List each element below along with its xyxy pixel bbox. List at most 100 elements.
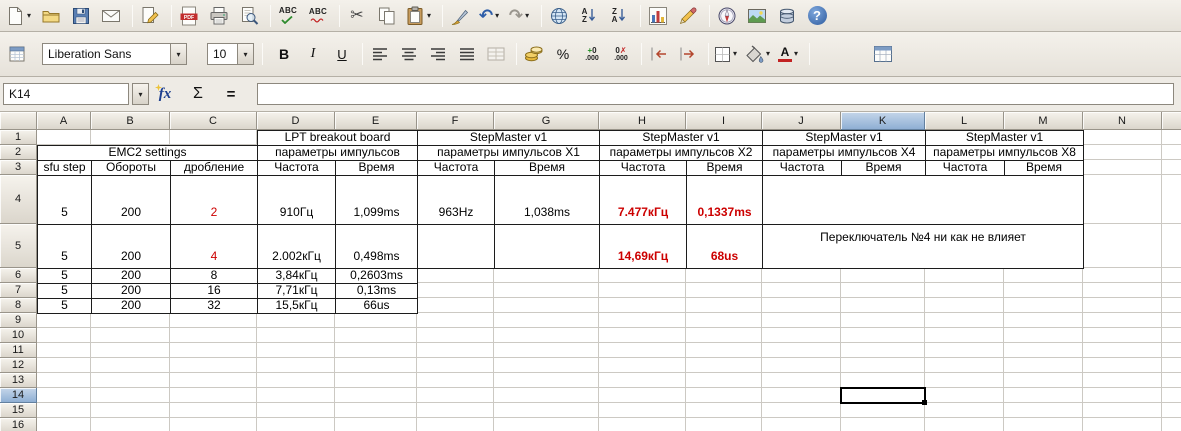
function-button[interactable]: =: [218, 81, 244, 107]
cell[interactable]: 5: [37, 175, 92, 225]
export-pdf-button[interactable]: PDF: [176, 3, 202, 29]
column-header-clipped[interactable]: [1162, 112, 1181, 130]
cell-cursor[interactable]: [840, 387, 927, 405]
cell[interactable]: StepMaster v1: [925, 130, 1085, 146]
undo-button[interactable]: ↶ ▾: [477, 3, 503, 29]
sort-descending-button[interactable]: ZA: [606, 3, 632, 29]
navigator-button[interactable]: [714, 3, 740, 29]
align-justify-button[interactable]: [454, 41, 480, 67]
cell[interactable]: Частота: [257, 160, 336, 176]
cell[interactable]: 200: [91, 298, 171, 314]
column-header-L[interactable]: L: [925, 112, 1004, 130]
delete-decimal-button[interactable]: 0✗ .000: [608, 41, 634, 67]
data-sources-button[interactable]: [774, 3, 800, 29]
chevron-down-icon[interactable]: ▾: [25, 11, 33, 20]
cell[interactable]: 7,71кГц: [257, 283, 336, 299]
cell[interactable]: Время: [686, 160, 764, 176]
chevron-down-icon[interactable]: ▾: [170, 43, 187, 65]
name-box[interactable]: [3, 83, 129, 105]
cell[interactable]: дробление: [170, 160, 258, 176]
increase-indent-button[interactable]: [675, 41, 701, 67]
background-color-button[interactable]: ▾: [743, 41, 773, 67]
column-header-E[interactable]: E: [335, 112, 417, 130]
column-header-D[interactable]: D: [257, 112, 335, 130]
cell[interactable]: параметры импульсов X8: [925, 145, 1085, 161]
cell[interactable]: параметры импульсов X4: [762, 145, 927, 161]
chevron-down-icon[interactable]: ▾: [493, 11, 501, 20]
row-header-16[interactable]: 16: [0, 418, 37, 431]
cell[interactable]: 5: [37, 298, 92, 314]
cell[interactable]: 3,84кГц: [257, 268, 336, 284]
cell[interactable]: Время: [1004, 160, 1085, 176]
auto-spellcheck-button[interactable]: ABC: [305, 3, 331, 29]
font-size-value[interactable]: 10: [207, 43, 237, 65]
cell[interactable]: 200: [91, 268, 171, 284]
column-header-F[interactable]: F: [417, 112, 494, 130]
cell[interactable]: 200: [91, 224, 171, 269]
cell[interactable]: 32: [170, 298, 258, 314]
cell[interactable]: 200: [91, 283, 171, 299]
row-header-8[interactable]: 8: [0, 298, 37, 313]
column-header-M[interactable]: M: [1004, 112, 1083, 130]
borders-button[interactable]: ▾: [713, 41, 740, 67]
new-document-button[interactable]: ▾: [4, 3, 34, 29]
row-header-11[interactable]: 11: [0, 343, 37, 358]
page-preview-button[interactable]: [236, 3, 262, 29]
cell[interactable]: параметры импульсов X2: [599, 145, 764, 161]
cell[interactable]: 910Гц: [257, 175, 336, 225]
cell[interactable]: 963Hz: [417, 175, 496, 225]
percent-format-button[interactable]: %: [550, 41, 576, 67]
cell[interactable]: Время: [334, 160, 419, 176]
cell[interactable]: 0,498ms: [334, 224, 419, 269]
chevron-down-icon[interactable]: ▾: [132, 83, 149, 105]
underline-button[interactable]: U: [329, 41, 355, 67]
chevron-down-icon[interactable]: ▾: [425, 11, 433, 20]
cell[interactable]: Время: [841, 160, 927, 176]
cell[interactable]: Время: [494, 160, 601, 176]
cell[interactable]: Переключатель №4 ни как не влияет: [762, 224, 1085, 269]
cell[interactable]: 8: [170, 268, 258, 284]
decrease-indent-button[interactable]: [646, 41, 672, 67]
cell[interactable]: 16: [170, 283, 258, 299]
cell[interactable]: Частота: [762, 160, 843, 176]
chevron-down-icon[interactable]: ▾: [731, 50, 739, 58]
cell[interactable]: 4: [170, 224, 258, 269]
cell[interactable]: Частота: [417, 160, 496, 176]
cell[interactable]: параметры импульсов X1: [417, 145, 601, 161]
cell[interactable]: 7.477кГц: [599, 175, 688, 225]
cell[interactable]: 0,13ms: [334, 283, 419, 299]
cell[interactable]: 1,038ms: [494, 175, 601, 225]
toolbar-options-button[interactable]: [4, 41, 30, 67]
cell[interactable]: 200: [91, 175, 171, 225]
cell[interactable]: LPT breakout board: [256, 130, 419, 146]
cell[interactable]: 2.002кГц: [257, 224, 336, 269]
font-name-value[interactable]: Liberation Sans: [42, 43, 170, 65]
column-header-N[interactable]: N: [1083, 112, 1162, 130]
column-header-B[interactable]: B: [91, 112, 170, 130]
copy-button[interactable]: [374, 3, 400, 29]
row-header-1[interactable]: 1: [0, 130, 37, 145]
cell[interactable]: параметры импульсов: [256, 145, 419, 161]
print-button[interactable]: [206, 3, 232, 29]
row-header-4[interactable]: 4: [0, 175, 37, 224]
align-left-button[interactable]: [367, 41, 393, 67]
row-header-7[interactable]: 7: [0, 283, 37, 298]
column-header-A[interactable]: A: [37, 112, 91, 130]
paste-button[interactable]: ▾: [404, 3, 434, 29]
hyperlink-button[interactable]: [546, 3, 572, 29]
column-header-G[interactable]: G: [494, 112, 599, 130]
edit-file-button[interactable]: [137, 3, 163, 29]
chevron-down-icon[interactable]: ▾: [792, 50, 800, 58]
row-header-6[interactable]: 6: [0, 268, 37, 283]
cell[interactable]: [418, 284, 1084, 299]
cell[interactable]: 5: [37, 283, 92, 299]
column-header-K[interactable]: K: [841, 112, 925, 130]
align-right-button[interactable]: [425, 41, 451, 67]
gallery-button[interactable]: [744, 3, 770, 29]
row-header-12[interactable]: 12: [0, 358, 37, 373]
fill-handle[interactable]: [922, 400, 927, 405]
font-name-combobox[interactable]: Liberation Sans ▾: [42, 43, 187, 65]
cell[interactable]: 66us: [334, 298, 419, 314]
spellcheck-button[interactable]: ABC: [275, 3, 301, 29]
help-button[interactable]: ?: [804, 3, 830, 29]
